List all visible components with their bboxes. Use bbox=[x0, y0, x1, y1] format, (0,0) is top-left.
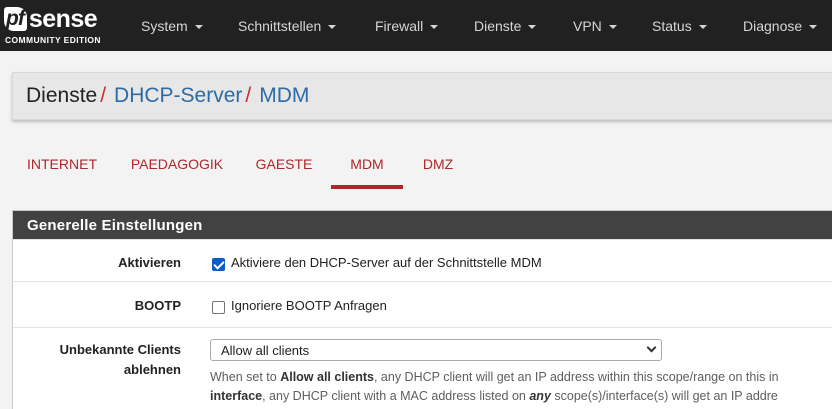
help-text: , any DHCP client will get an IP address… bbox=[373, 370, 779, 384]
caret-down-icon bbox=[698, 24, 707, 29]
help-text-bold-italic: any bbox=[529, 389, 551, 403]
breadcrumb-item-dienste: Dienste bbox=[26, 84, 98, 107]
nav-menu-label: Firewall bbox=[375, 17, 424, 34]
enable-checkbox[interactable] bbox=[212, 258, 225, 271]
nav-menu-label: Dienste bbox=[474, 17, 522, 34]
help-text-bold: Allow all clients bbox=[280, 370, 374, 384]
help-text-bold: interface bbox=[210, 389, 263, 403]
top-navbar: pf sense COMMUNITY EDITION System Schnit… bbox=[0, 0, 832, 51]
logo-edition-text: COMMUNITY EDITION bbox=[5, 35, 101, 45]
caret-down-icon bbox=[528, 24, 537, 29]
unknown-clients-help-line2: interface, any DHCP client with a MAC ad… bbox=[210, 389, 778, 403]
help-text: scope(s)/interface(s) will get an IP add… bbox=[550, 389, 778, 403]
unknown-clients-label: Unbekannte Clients ablehnen bbox=[13, 340, 181, 380]
unknown-clients-label-line1: Unbekannte Clients bbox=[59, 342, 181, 357]
help-text: , any DHCP client with a MAC address lis… bbox=[262, 389, 530, 403]
bootp-checkbox-label[interactable]: Ignoriere BOOTP Anfragen bbox=[231, 298, 387, 313]
unknown-clients-select[interactable]: Allow all clients bbox=[210, 339, 662, 361]
caret-down-icon bbox=[430, 24, 439, 29]
form-row-bootp: BOOTP Ignoriere BOOTP Anfragen bbox=[13, 281, 832, 327]
nav-menu-firewall[interactable]: Firewall bbox=[375, 0, 439, 51]
tab-dmz[interactable]: DMZ bbox=[415, 149, 461, 189]
tab-internet[interactable]: INTERNET bbox=[20, 149, 104, 189]
breadcrumb: Dienste / DHCP-Server / MDM bbox=[12, 72, 832, 120]
nav-menu-dienste[interactable]: Dienste bbox=[474, 0, 537, 51]
caret-down-icon bbox=[328, 24, 337, 29]
unknown-clients-help-line1: When set to Allow all clients, any DHCP … bbox=[210, 370, 779, 384]
breadcrumb-separator: / bbox=[100, 84, 107, 107]
breadcrumb-link-dhcp-server[interactable]: DHCP-Server bbox=[114, 84, 242, 108]
tab-mdm[interactable]: MDM bbox=[331, 149, 403, 189]
logo-sense-text: sense bbox=[28, 5, 98, 33]
tab-paedagogik[interactable]: PAEDAGOGIK bbox=[126, 149, 228, 189]
nav-menu-label: Schnittstellen bbox=[238, 17, 322, 34]
caret-down-icon bbox=[608, 24, 617, 29]
enable-checkbox-label[interactable]: Aktiviere den DHCP-Server auf der Schnit… bbox=[231, 255, 542, 270]
logo-pf-badge: pf bbox=[4, 7, 27, 31]
bootp-checkbox[interactable] bbox=[212, 301, 225, 314]
unknown-clients-label-line2: ablehnen bbox=[123, 362, 181, 377]
nav-menu-system[interactable]: System bbox=[141, 0, 203, 51]
nav-menu-label: VPN bbox=[573, 17, 602, 34]
nav-menu-status[interactable]: Status bbox=[652, 0, 707, 51]
nav-menu-vpn[interactable]: VPN bbox=[573, 0, 617, 51]
nav-menu-label: Diagnose bbox=[743, 17, 803, 34]
tab-gaeste[interactable]: GAESTE bbox=[250, 149, 318, 189]
breadcrumb-link-mdm[interactable]: MDM bbox=[259, 84, 309, 108]
caret-down-icon bbox=[809, 24, 818, 29]
enable-label: Aktivieren bbox=[118, 255, 181, 270]
form-row-enable: Aktivieren Aktiviere den DHCP-Server auf… bbox=[13, 239, 832, 281]
general-settings-panel: Generelle Einstellungen Aktivieren Aktiv… bbox=[12, 210, 832, 409]
chevron-down-icon bbox=[646, 342, 657, 353]
logo-wordmark: pf sense bbox=[4, 4, 98, 34]
nav-menu-label: Status bbox=[652, 17, 692, 34]
nav-menu-label: System bbox=[141, 17, 188, 34]
help-text: When set to bbox=[210, 370, 281, 384]
caret-down-icon bbox=[194, 24, 203, 29]
breadcrumb-separator: / bbox=[245, 84, 252, 107]
select-value: Allow all clients bbox=[221, 342, 310, 358]
pfsense-logo[interactable]: pf sense COMMUNITY EDITION bbox=[4, 4, 112, 48]
nav-menu-schnittstellen[interactable]: Schnittstellen bbox=[238, 0, 337, 51]
nav-menu-diagnose[interactable]: Diagnose bbox=[743, 0, 818, 51]
panel-title: Generelle Einstellungen bbox=[13, 211, 832, 239]
bootp-label: BOOTP bbox=[134, 298, 181, 313]
